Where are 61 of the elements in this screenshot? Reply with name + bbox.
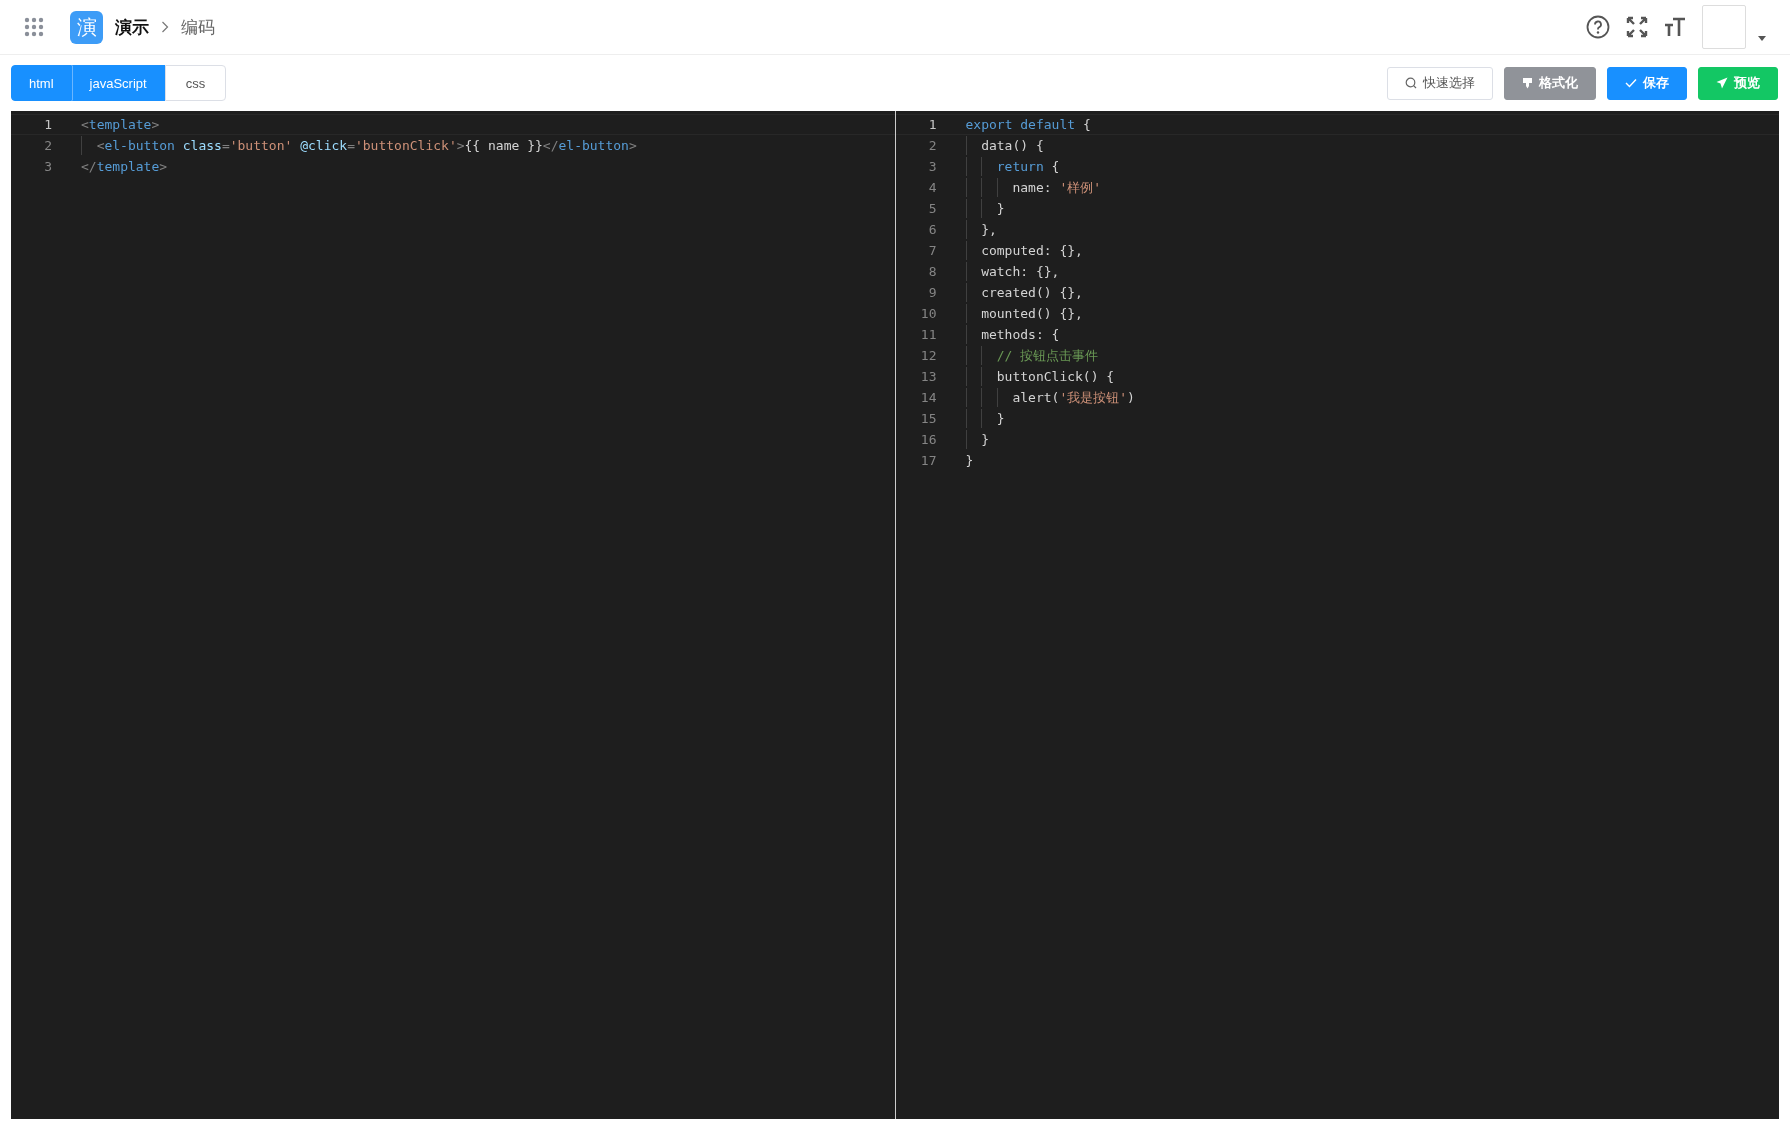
code-line: // 按钮点击事件 bbox=[965, 346, 1099, 365]
line-number: 7 bbox=[927, 243, 937, 258]
preview-button[interactable]: 预览 bbox=[1698, 66, 1778, 100]
brush-icon bbox=[1522, 77, 1533, 89]
code-line: computed: {}, bbox=[965, 241, 1083, 260]
code-line: <template> bbox=[81, 116, 160, 134]
code-line: mounted() {}, bbox=[965, 304, 1083, 323]
line-number: 10 bbox=[919, 306, 937, 321]
line-number: 1 bbox=[927, 117, 937, 132]
send-icon bbox=[1716, 77, 1728, 89]
language-tab[interactable]: html bbox=[11, 65, 72, 101]
line-number: 8 bbox=[927, 264, 937, 279]
search-button[interactable]: 快速选择 bbox=[1387, 66, 1493, 100]
line-number: 6 bbox=[927, 222, 937, 237]
app-logo: 演 bbox=[70, 10, 103, 44]
line-number: 5 bbox=[927, 201, 937, 216]
code-editor[interactable]: 1 <template> 2 <el-button class='button' @click='buttonClick'>{{ name }}</el-button> 3 </template> bbox=[11, 111, 895, 1119]
code-line: watch: {}, bbox=[965, 262, 1060, 281]
app-name: 演示 bbox=[115, 16, 149, 39]
code-line: } bbox=[965, 430, 989, 449]
line-number: 1 bbox=[43, 117, 52, 132]
line-number: 15 bbox=[919, 411, 937, 426]
line-number: 9 bbox=[927, 285, 937, 300]
line-number: 11 bbox=[919, 327, 937, 342]
code-line: }, bbox=[965, 220, 997, 239]
code-line: </template> bbox=[81, 158, 168, 176]
code-line: alert('我是按钮') bbox=[965, 388, 1135, 407]
code-line: } bbox=[965, 199, 1005, 218]
code-line: } bbox=[965, 452, 974, 470]
chevron-right-icon bbox=[161, 21, 169, 33]
code-line: export default { bbox=[965, 116, 1091, 134]
code-line: } bbox=[965, 409, 1005, 428]
language-tab[interactable]: css bbox=[164, 65, 227, 101]
code-line: <el-button class='button' @click='buttonClick'>{{ name }}</el-button> bbox=[81, 136, 637, 155]
save-button[interactable]: 保存 bbox=[1607, 66, 1687, 100]
line-number: 2 bbox=[927, 138, 937, 153]
line-number: 3 bbox=[927, 159, 937, 174]
apps-grid-icon[interactable] bbox=[24, 17, 44, 37]
line-number: 4 bbox=[927, 180, 937, 195]
code-line: buttonClick() { bbox=[965, 367, 1115, 386]
check-icon bbox=[1625, 78, 1637, 88]
code-line: return { bbox=[965, 157, 1060, 176]
code-line: data() { bbox=[965, 136, 1044, 155]
breadcrumb-item[interactable]: 编码 bbox=[181, 15, 215, 39]
code-line: methods: { bbox=[965, 325, 1060, 344]
line-number: 16 bbox=[919, 432, 937, 447]
line-number: 17 bbox=[919, 453, 937, 468]
line-number: 2 bbox=[43, 138, 52, 153]
language-tab[interactable]: javaScript bbox=[71, 65, 165, 101]
line-number: 3 bbox=[43, 159, 52, 174]
font-size-icon[interactable] bbox=[1664, 16, 1686, 38]
help-icon[interactable] bbox=[1586, 15, 1610, 39]
line-number: 13 bbox=[919, 369, 937, 384]
fullscreen-icon[interactable] bbox=[1626, 16, 1648, 38]
caret-down-icon[interactable] bbox=[1758, 36, 1766, 41]
code-line: name: '样例' bbox=[965, 178, 1102, 197]
code-line: created() {}, bbox=[965, 283, 1083, 302]
format-button[interactable]: 格式化 bbox=[1504, 66, 1596, 100]
line-number: 14 bbox=[919, 390, 937, 405]
search-icon bbox=[1405, 77, 1417, 89]
line-number: 12 bbox=[919, 348, 937, 363]
